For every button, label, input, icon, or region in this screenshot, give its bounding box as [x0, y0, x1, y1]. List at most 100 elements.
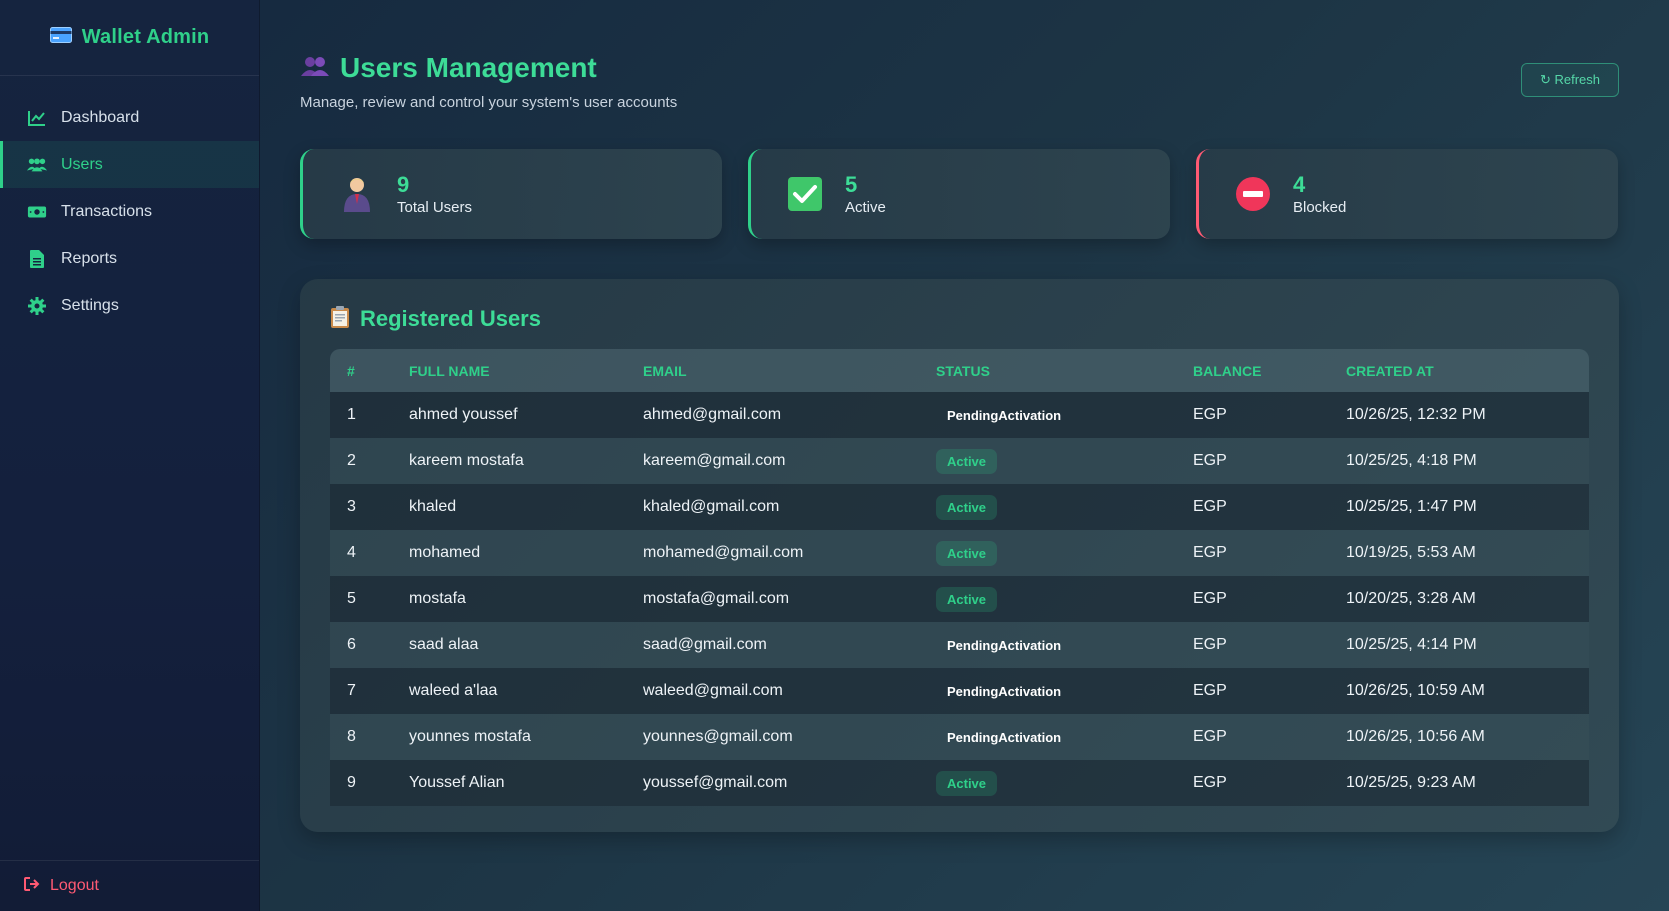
credit-card-icon	[49, 27, 72, 48]
cell-email: ahmed@gmail.com	[643, 406, 782, 423]
column-header-number[interactable]: #	[330, 349, 392, 392]
status-badge: Active	[936, 770, 998, 796]
stat-label: Blocked	[1293, 198, 1347, 216]
logout-button[interactable]: Logout	[0, 860, 259, 911]
status-badge: PendingActivation	[947, 637, 1062, 653]
app-root: Wallet Admin Dashboard Users Transaction…	[0, 0, 1669, 911]
table-body: 1 ahmed youssef ahmed@gmail.com PendingActi…	[330, 392, 1589, 806]
cell-balance: EGP	[1193, 590, 1227, 607]
stat-card-active: 5 Active	[748, 149, 1170, 239]
users-group-icon	[300, 55, 330, 82]
cell-full-name: younnes mostafa	[409, 728, 531, 745]
page-header: Users Management Manage, review and cont…	[300, 52, 1619, 111]
cell-full-name: ahmed youssef	[409, 406, 518, 423]
refresh-button[interactable]: ↻ Refresh	[1520, 63, 1619, 97]
cell-full-name: mohamed	[409, 544, 481, 561]
brand-title: Wallet Admin	[81, 26, 210, 48]
column-header-created-at[interactable]: Created At	[1329, 349, 1589, 392]
cell-balance: EGP	[1193, 636, 1227, 653]
cell-number: 2	[347, 452, 356, 469]
cell-created-at: 10/19/25, 5:53 AM	[1346, 544, 1476, 561]
chart-line-icon	[27, 108, 47, 128]
sidebar-nav: Dashboard Users Transactions Reports Set…	[0, 76, 259, 329]
table-row[interactable]: 4 mohamed mohamed@gmail.com Active EGP 10/19/…	[330, 530, 1589, 576]
cell-email: waleed@gmail.com	[643, 682, 783, 699]
page-title: Users Management	[340, 52, 597, 83]
column-header-balance[interactable]: Balance	[1176, 349, 1329, 392]
sidebar-item-settings[interactable]: Settings	[0, 282, 259, 329]
column-header-full-name[interactable]: Full Name	[392, 349, 626, 392]
cell-status: PendingActivation	[919, 714, 1176, 760]
cell-number: 9	[347, 774, 356, 791]
cell-balance: EGP	[1193, 774, 1227, 791]
check-icon	[787, 176, 823, 212]
cell-number: 5	[347, 590, 356, 607]
cell-status: Active	[919, 760, 1176, 806]
cell-status: PendingActivation	[919, 622, 1176, 668]
sidebar-item-transactions[interactable]: Transactions	[0, 188, 259, 235]
cell-created-at: 10/26/25, 12:32 PM	[1346, 406, 1486, 423]
cell-created-at: 10/26/25, 10:59 AM	[1346, 682, 1485, 699]
sidebar-item-label: Dashboard	[61, 108, 140, 126]
logout-label: Logout	[50, 877, 99, 894]
stat-label: Active	[845, 198, 886, 216]
cell-full-name: Youssef Alian	[409, 774, 505, 791]
cell-full-name: khaled	[409, 498, 457, 515]
table-row[interactable]: 6 saad alaa saad@gmail.com PendingActivatio…	[330, 622, 1589, 668]
users-icon	[27, 155, 47, 175]
table-row[interactable]: 7 waleed a'laa waleed@gmail.com PendingActi…	[330, 668, 1589, 714]
stat-card-total: 9 Total Users	[300, 149, 722, 239]
table-header-row: # Full Name Email Status Balance Created…	[330, 349, 1589, 392]
cell-status: Active	[919, 530, 1176, 576]
cell-balance: EGP	[1193, 406, 1227, 423]
sidebar-item-reports[interactable]: Reports	[0, 235, 259, 282]
cell-created-at: 10/25/25, 4:18 PM	[1346, 452, 1477, 469]
table-row[interactable]: 2 kareem mostafa kareem@gmail.com Active EGP…	[330, 438, 1589, 484]
table-row[interactable]: 1 ahmed youssef ahmed@gmail.com PendingActi…	[330, 392, 1589, 438]
column-header-status[interactable]: Status	[919, 349, 1176, 392]
stat-value: 9	[397, 171, 410, 197]
column-header-email[interactable]: Email	[626, 349, 919, 392]
cell-email: mohamed@gmail.com	[643, 544, 804, 561]
table-row[interactable]: 3 khaled khaled@gmail.com Active EGP 10/25/25…	[330, 484, 1589, 530]
users-table: # Full Name Email Status Balance Created…	[330, 349, 1589, 806]
cell-email: kareem@gmail.com	[643, 452, 786, 469]
cell-number: 4	[347, 544, 356, 561]
gear-icon	[27, 296, 47, 316]
cell-email: khaled@gmail.com	[643, 498, 780, 515]
status-badge: Active	[936, 586, 998, 612]
cell-created-at: 10/25/25, 1:47 PM	[1346, 498, 1477, 515]
cell-created-at: 10/25/25, 4:14 PM	[1346, 636, 1477, 653]
cell-status: Active	[919, 438, 1176, 484]
status-badge: Active	[936, 494, 998, 520]
status-badge: PendingActivation	[947, 407, 1062, 423]
sidebar-item-label: Users	[61, 155, 103, 173]
sidebar-item-label: Reports	[61, 249, 118, 267]
cell-status: Active	[919, 576, 1176, 622]
sidebar: Wallet Admin Dashboard Users Transaction…	[0, 0, 260, 911]
stat-value: 5	[845, 171, 858, 197]
cell-email: younnes@gmail.com	[643, 728, 793, 745]
cell-email: youssef@gmail.com	[643, 774, 788, 791]
cell-created-at: 10/20/25, 3:28 AM	[1346, 590, 1476, 607]
stat-value: 4	[1293, 171, 1306, 197]
person-icon	[339, 176, 375, 212]
money-bill-icon	[27, 202, 47, 222]
cell-balance: EGP	[1193, 544, 1227, 561]
sidebar-item-dashboard[interactable]: Dashboard	[0, 94, 259, 141]
cell-number: 1	[347, 406, 356, 423]
cell-full-name: kareem mostafa	[409, 452, 524, 469]
cell-number: 3	[347, 498, 356, 515]
cell-balance: EGP	[1193, 682, 1227, 699]
sidebar-item-label: Transactions	[61, 202, 152, 220]
table-row[interactable]: 8 younnes mostafa younnes@gmail.com Pending…	[330, 714, 1589, 760]
file-icon	[27, 249, 47, 269]
table-row[interactable]: 9 Youssef Alian youssef@gmail.com Active EGP…	[330, 760, 1589, 806]
stat-label: Total Users	[397, 198, 473, 216]
cell-number: 7	[347, 682, 356, 699]
sidebar-item-users[interactable]: Users	[0, 141, 259, 188]
cell-created-at: 10/26/25, 10:56 AM	[1346, 728, 1485, 745]
table-row[interactable]: 5 mostafa mostafa@gmail.com Active EGP 10/20/…	[330, 576, 1589, 622]
clipboard-icon	[330, 305, 350, 334]
brand[interactable]: Wallet Admin	[0, 0, 259, 76]
